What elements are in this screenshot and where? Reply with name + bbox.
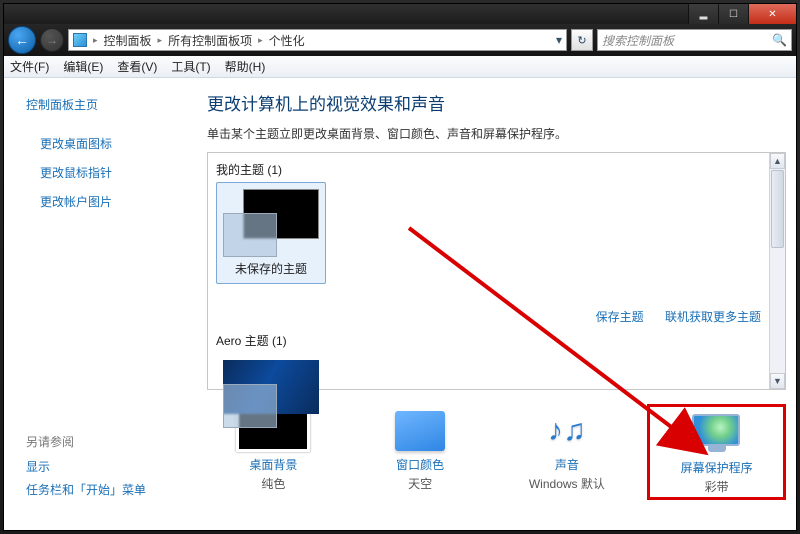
nav-back-button[interactable]: ←	[8, 26, 36, 54]
themes-listbox: 我的主题 (1) 未保存的主题 保存主题 联机获取更多主题 Aero 主题 (1…	[207, 152, 786, 390]
menu-tools[interactable]: 工具(T)	[171, 58, 210, 75]
theme-tile-aero[interactable]	[216, 353, 326, 438]
group-aero-themes: Aero 主题 (1)	[216, 332, 777, 349]
breadcrumb-root[interactable]: 控制面板	[104, 32, 152, 49]
search-placeholder: 搜索控制面板	[602, 32, 674, 49]
search-input[interactable]: 搜索控制面板 🔍	[597, 29, 792, 51]
menu-view[interactable]: 查看(V)	[117, 58, 157, 75]
monitor-icon	[692, 414, 742, 454]
card-subtitle: 纯色	[209, 475, 338, 492]
menu-file[interactable]: 文件(F)	[10, 58, 49, 75]
refresh-button[interactable]: ↻	[571, 29, 593, 51]
page-title: 更改计算机上的视觉效果和声音	[207, 90, 786, 115]
theme-tile-unsaved[interactable]: 未保存的主题	[216, 182, 326, 284]
scroll-down-button[interactable]: ▼	[770, 373, 785, 389]
page-description: 单击某个主题立即更改桌面背景、窗口颜色、声音和屏幕保护程序。	[207, 125, 786, 142]
card-title: 屏幕保护程序	[652, 459, 781, 476]
nav-forward-button[interactable]: →	[40, 28, 64, 52]
chevron-right-icon: ▸	[158, 35, 163, 46]
sidebar-link-account-picture[interactable]: 更改帐户图片	[26, 193, 181, 210]
scroll-thumb[interactable]	[771, 170, 784, 248]
group-my-themes: 我的主题 (1)	[216, 161, 777, 178]
card-subtitle: Windows 默认	[503, 475, 632, 492]
theme-caption: 未保存的主题	[223, 260, 319, 277]
main-content: 更改计算机上的视觉效果和声音 单击某个主题立即更改桌面背景、窗口颜色、声音和屏幕…	[189, 78, 796, 530]
menu-edit[interactable]: 编辑(E)	[63, 58, 103, 75]
window-minimize-button[interactable]: ▂	[688, 4, 718, 24]
titlebar: ▂ ☐ ✕	[4, 4, 796, 24]
theme-actions: 保存主题 联机获取更多主题	[578, 308, 761, 325]
window-maximize-button[interactable]: ☐	[718, 4, 748, 24]
chevron-right-icon: ▸	[93, 35, 98, 46]
dropdown-icon[interactable]: ▾	[556, 33, 562, 47]
breadcrumb-items[interactable]: 所有控制面板项	[168, 32, 252, 49]
scroll-up-button[interactable]: ▲	[770, 153, 785, 169]
address-bar[interactable]: ▸ 控制面板 ▸ 所有控制面板项 ▸ 个性化 ▾	[68, 29, 567, 51]
search-icon[interactable]: 🔍	[772, 33, 787, 47]
card-title: 窗口颜色	[356, 456, 485, 473]
window-close-button[interactable]: ✕	[748, 4, 796, 24]
sidebar-link-mouse-pointers[interactable]: 更改鼠标指针	[26, 164, 181, 181]
chevron-right-icon: ▸	[258, 35, 263, 46]
scrollbar[interactable]: ▲ ▼	[769, 153, 785, 389]
sidebar-home-link[interactable]: 控制面板主页	[26, 96, 181, 113]
card-title: 桌面背景	[209, 456, 338, 473]
save-theme-link[interactable]: 保存主题	[596, 310, 644, 324]
theme-thumbnail	[223, 189, 319, 257]
navigation-bar: ← → ▸ 控制面板 ▸ 所有控制面板项 ▸ 个性化 ▾ ↻ 搜索控制面板 🔍	[4, 24, 796, 56]
sidebar-link-desktop-icons[interactable]: 更改桌面图标	[26, 135, 181, 152]
more-themes-link[interactable]: 联机获取更多主题	[665, 310, 761, 324]
card-subtitle: 彩带	[652, 478, 781, 495]
sidebar-see-also-label: 另请参阅	[26, 433, 181, 450]
card-subtitle: 天空	[356, 475, 485, 492]
card-title: 声音	[503, 456, 632, 473]
breadcrumb-leaf[interactable]: 个性化	[269, 32, 305, 49]
sidebar-link-display[interactable]: 显示	[26, 458, 181, 475]
menu-bar: 文件(F) 编辑(E) 查看(V) 工具(T) 帮助(H)	[4, 56, 796, 78]
theme-thumbnail	[223, 360, 319, 428]
sidebar-link-taskbar-start[interactable]: 任务栏和「开始」菜单	[26, 481, 181, 498]
control-panel-icon	[73, 33, 87, 47]
menu-help[interactable]: 帮助(H)	[225, 58, 266, 75]
sidebar: 控制面板主页 更改桌面图标 更改鼠标指针 更改帐户图片 另请参阅 显示 任务栏和…	[4, 78, 189, 530]
